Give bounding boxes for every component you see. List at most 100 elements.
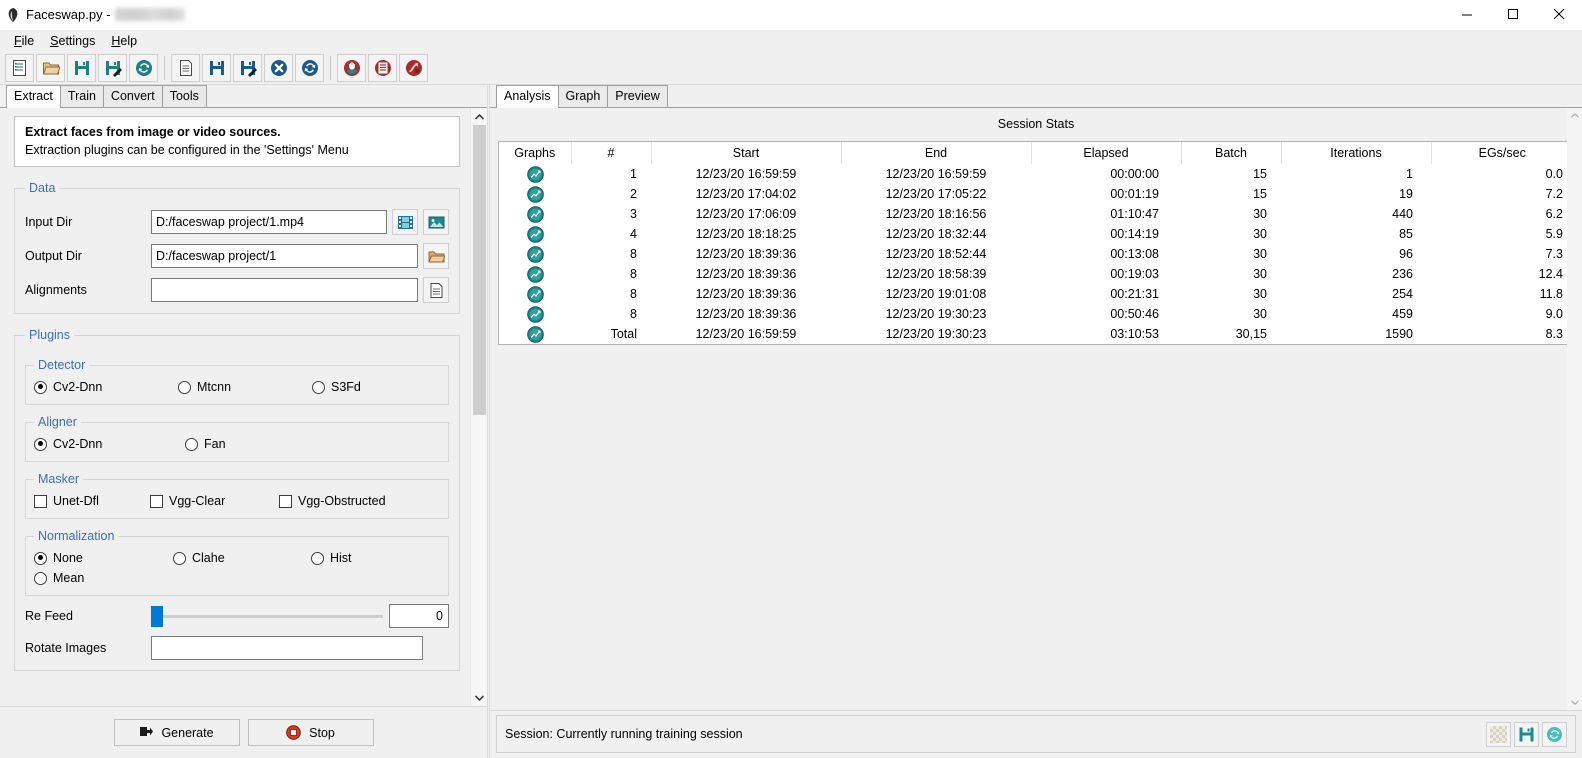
- column-header-batch[interactable]: Batch: [1181, 142, 1282, 164]
- line-graph-icon[interactable]: [499, 184, 571, 204]
- radio-norm-mean[interactable]: Mean: [34, 571, 84, 585]
- column-header-egs-per-sec[interactable]: EGs/sec: [1431, 142, 1573, 164]
- save-output-icon[interactable]: [1514, 721, 1539, 747]
- image-folder-icon[interactable]: [423, 209, 449, 235]
- radio-label: Fan: [204, 437, 226, 451]
- scroll-up-icon[interactable]: [1567, 108, 1582, 123]
- open-project-icon[interactable]: [36, 53, 65, 82]
- checkbox-masker-unet-dfl[interactable]: Unet-Dfl: [34, 494, 150, 508]
- save-project-as-icon[interactable]: [98, 53, 127, 82]
- left-scrollbar-thumb[interactable]: [473, 125, 486, 415]
- column-header-elapsed[interactable]: Elapsed: [1031, 142, 1182, 164]
- column-header-end[interactable]: End: [841, 142, 1032, 164]
- radio-detector-s3fd[interactable]: S3Fd: [312, 380, 361, 394]
- maximize-button[interactable]: [1490, 0, 1536, 30]
- tab-analysis[interactable]: Analysis: [496, 85, 559, 108]
- normalization-group: Normalization None Clahe Hist Mean: [25, 529, 449, 596]
- left-scrollbar[interactable]: [470, 108, 487, 706]
- masker-group: Masker Unet-Dfl Vgg-Clear Vgg-Obstructed: [25, 472, 449, 519]
- line-graph-icon[interactable]: [499, 324, 571, 344]
- alignments-field[interactable]: [151, 278, 418, 302]
- line-graph-icon[interactable]: [499, 164, 571, 184]
- cell-number: 3: [630, 207, 637, 221]
- line-graph-icon[interactable]: [499, 284, 571, 304]
- column-header-graphs[interactable]: Graphs: [499, 142, 572, 164]
- checkbox-masker-vgg-obstructed[interactable]: Vgg-Obstructed: [279, 494, 386, 508]
- menu-item-file[interactable]: File: [6, 32, 42, 50]
- table-row[interactable]: 8 12/23/20 18:39:36 12/23/20 18:58:39 00:19…: [499, 264, 1573, 284]
- radio-aligner-cv2dnn[interactable]: Cv2-Dnn: [34, 437, 185, 451]
- radio-norm-none[interactable]: None: [34, 551, 173, 565]
- new-task-icon[interactable]: [171, 53, 200, 82]
- table-row[interactable]: 8 12/23/20 18:39:36 12/23/20 19:30:23 00:50…: [499, 304, 1573, 324]
- checkbox-masker-vgg-clear[interactable]: Vgg-Clear: [150, 494, 279, 508]
- right-tabstrip: Analysis Graph Preview: [490, 85, 1582, 108]
- rotate-images-label: Rotate Images: [25, 641, 107, 655]
- reload-task-icon[interactable]: [295, 53, 324, 82]
- menu-item-help[interactable]: Help: [103, 32, 145, 50]
- table-row[interactable]: Total 12/23/20 16:59:59 12/23/20 19:30:23 0…: [499, 324, 1573, 344]
- clear-task-icon[interactable]: [264, 53, 293, 82]
- scroll-down-icon[interactable]: [471, 689, 487, 706]
- extract-faces-icon[interactable]: [337, 53, 366, 82]
- column-header-number[interactable]: #: [571, 142, 652, 164]
- table-row[interactable]: 8 12/23/20 18:39:36 12/23/20 19:01:08 00:21…: [499, 284, 1573, 304]
- stop-button[interactable]: Stop: [247, 719, 374, 746]
- tab-tools[interactable]: Tools: [161, 85, 207, 107]
- column-header-iterations[interactable]: Iterations: [1281, 142, 1432, 164]
- table-row[interactable]: 2 12/23/20 17:04:02 12/23/20 17:05:22 00:01…: [499, 184, 1573, 204]
- tab-convert[interactable]: Convert: [102, 85, 163, 107]
- right-scrollbar[interactable]: [1567, 108, 1582, 710]
- radio-norm-clahe[interactable]: Clahe: [173, 551, 311, 565]
- cell-batch: 30: [1253, 207, 1267, 221]
- refeed-slider[interactable]: [151, 605, 383, 627]
- effmpeg-tool-icon[interactable]: [399, 53, 428, 82]
- generate-button[interactable]: Generate: [113, 719, 240, 746]
- alignments-file-icon[interactable]: [423, 277, 449, 303]
- refresh-output-icon[interactable]: [1542, 721, 1567, 747]
- menu-item-settings[interactable]: Settings: [42, 32, 103, 50]
- clear-output-icon[interactable]: [1486, 721, 1511, 747]
- table-row[interactable]: 4 12/23/20 18:18:25 12/23/20 18:32:44 00:14…: [499, 224, 1573, 244]
- tab-train[interactable]: Train: [59, 85, 104, 107]
- alignments-tool-icon[interactable]: [368, 53, 397, 82]
- input-dir-field[interactable]: [151, 210, 387, 234]
- table-row[interactable]: 8 12/23/20 18:39:36 12/23/20 18:52:44 00:13…: [499, 244, 1573, 264]
- scroll-up-icon[interactable]: [471, 108, 487, 125]
- line-graph-icon[interactable]: [499, 304, 571, 324]
- tab-preview[interactable]: Preview: [607, 85, 668, 107]
- line-graph-icon[interactable]: [499, 224, 571, 244]
- new-project-icon[interactable]: [5, 53, 34, 82]
- column-header-start[interactable]: Start: [651, 142, 842, 164]
- save-project-icon[interactable]: [67, 53, 96, 82]
- scroll-down-icon[interactable]: [1567, 695, 1582, 710]
- radio-norm-hist[interactable]: Hist: [311, 551, 352, 565]
- radio-aligner-fan[interactable]: Fan: [185, 437, 226, 451]
- output-dir-field[interactable]: [151, 244, 418, 268]
- table-row[interactable]: 3 12/23/20 17:06:09 12/23/20 18:16:56 01:10…: [499, 204, 1573, 224]
- table-row[interactable]: 1 12/23/20 16:59:59 12/23/20 16:59:59 00:00…: [499, 164, 1573, 184]
- radio-indicator: [173, 551, 186, 565]
- line-graph-icon[interactable]: [499, 204, 571, 224]
- radio-label: Cv2-Dnn: [53, 437, 103, 451]
- refeed-value-field[interactable]: [389, 604, 449, 628]
- cell-iterations: 19: [1399, 187, 1413, 201]
- left-tabstrip: Extract Train Convert Tools: [0, 85, 487, 108]
- radio-detector-cv2dnn[interactable]: Cv2-Dnn: [34, 380, 178, 394]
- folder-open-icon[interactable]: [423, 243, 449, 269]
- minimize-button[interactable]: [1444, 0, 1490, 30]
- save-task-as-icon[interactable]: [233, 53, 262, 82]
- refeed-slider-thumb[interactable]: [151, 605, 163, 627]
- line-graph-icon[interactable]: [499, 244, 571, 264]
- reload-project-icon[interactable]: [129, 53, 158, 82]
- radio-label: S3Fd: [331, 380, 361, 394]
- video-file-icon[interactable]: [392, 209, 418, 235]
- tab-graph[interactable]: Graph: [557, 85, 609, 107]
- refeed-slider-track[interactable]: [151, 605, 383, 627]
- tab-extract[interactable]: Extract: [6, 85, 61, 108]
- line-graph-icon[interactable]: [499, 264, 571, 284]
- rotate-images-field[interactable]: [151, 636, 423, 660]
- radio-detector-mtcnn[interactable]: Mtcnn: [178, 380, 312, 394]
- save-task-icon[interactable]: [202, 53, 231, 82]
- close-button[interactable]: [1536, 0, 1582, 30]
